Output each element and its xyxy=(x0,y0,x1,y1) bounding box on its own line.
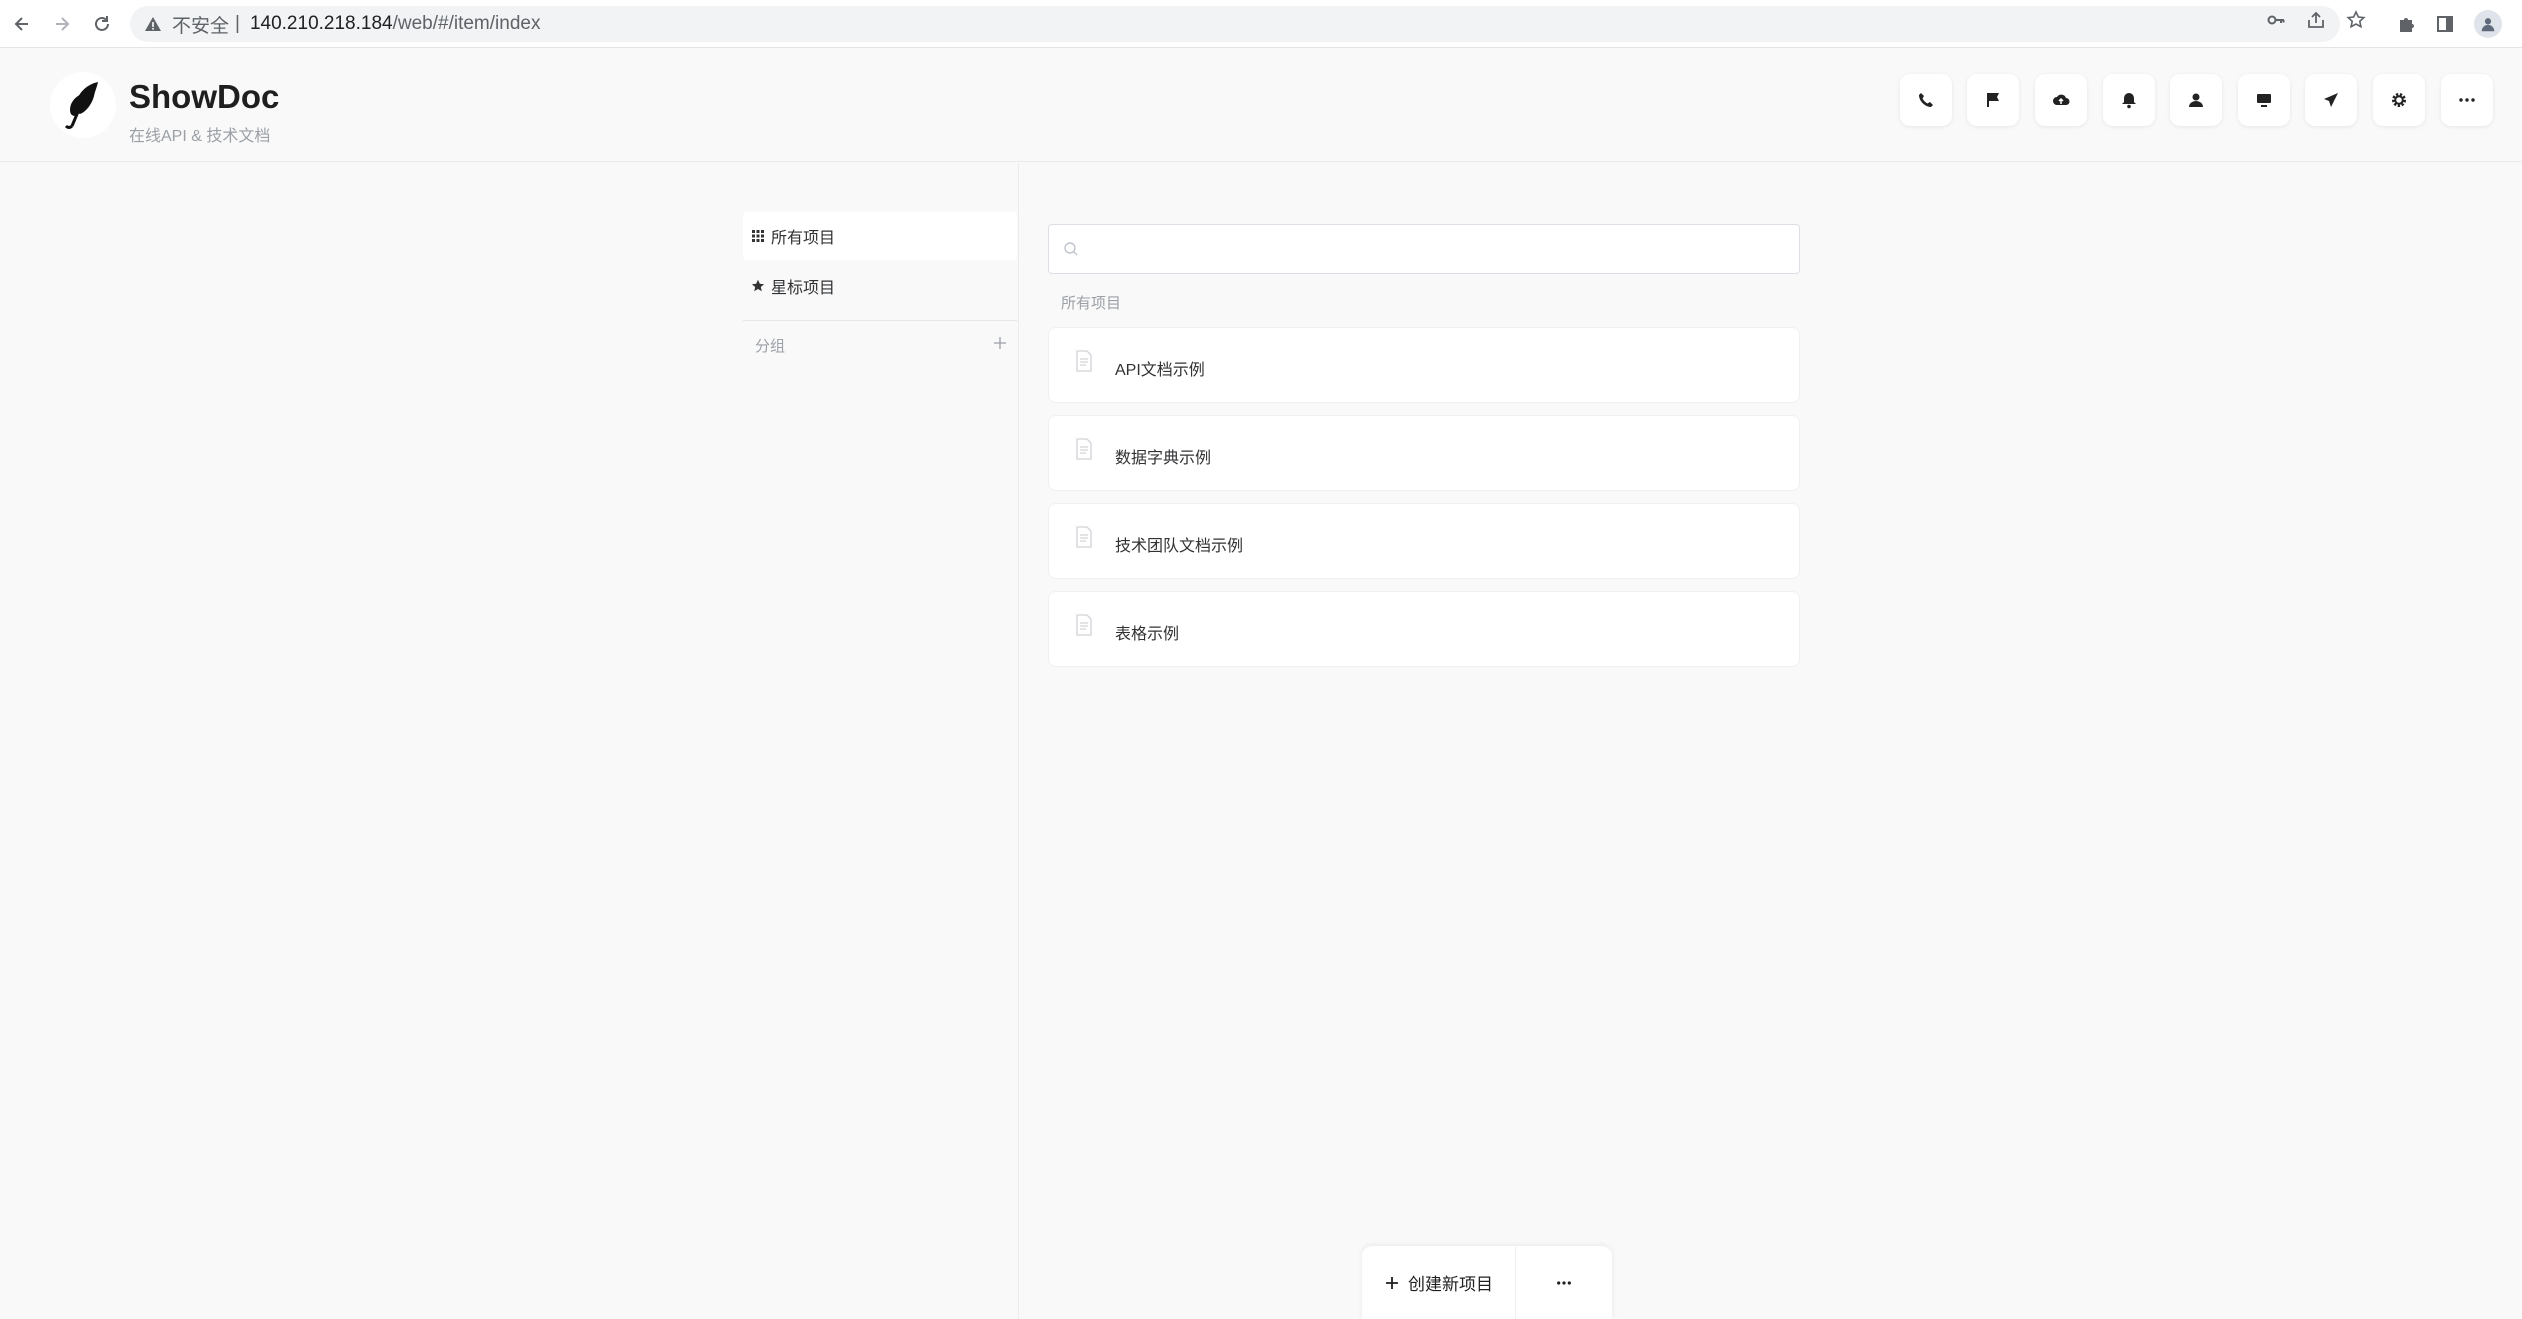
star-outline-icon xyxy=(2346,10,2366,29)
arrow-right-icon xyxy=(56,17,70,31)
phone-button[interactable] xyxy=(1900,74,1952,126)
monitor-icon xyxy=(2257,94,2271,107)
more-menu-button[interactable] xyxy=(2441,74,2493,126)
side-panel-button[interactable] xyxy=(2432,11,2458,37)
bookmark-button[interactable] xyxy=(2345,9,2367,31)
user-icon xyxy=(2189,93,2203,107)
bell-icon xyxy=(2122,93,2136,109)
sidebar-item-all-projects[interactable]: 所有项目 xyxy=(743,212,1017,260)
feather-logo-icon xyxy=(64,82,98,129)
key-icon xyxy=(2267,15,2285,25)
search-icon xyxy=(1064,242,1078,256)
arrow-left-icon xyxy=(14,17,28,31)
app-header: ShowDoc 在线API & 技术文档 xyxy=(0,48,2522,162)
flag-button[interactable] xyxy=(1967,74,2019,126)
logo[interactable] xyxy=(50,72,116,138)
user-button[interactable] xyxy=(2170,74,2222,126)
document-icon xyxy=(1076,526,1092,548)
plus-icon xyxy=(1386,1276,1398,1289)
project-name: 表格示例 xyxy=(1115,626,1180,643)
grid-icon xyxy=(752,230,764,242)
project-name: API文档示例 xyxy=(1115,362,1205,379)
app-subtitle: 在线API & 技术文档 xyxy=(129,128,271,145)
notification-button[interactable] xyxy=(2103,74,2155,126)
reload-button[interactable] xyxy=(88,10,116,38)
more-actions-button[interactable] xyxy=(1516,1246,1612,1319)
search-input[interactable] xyxy=(1087,229,1787,269)
project-search[interactable] xyxy=(1048,224,1800,274)
group-label: 分组 xyxy=(755,338,786,355)
gear-icon xyxy=(2392,93,2406,107)
warning-icon xyxy=(145,17,161,31)
upload-button[interactable] xyxy=(2035,74,2087,126)
project-card-data-dictionary[interactable]: 数据字典示例 xyxy=(1048,415,1800,491)
bottom-action-bar: 创建新项目 xyxy=(1362,1246,1612,1319)
section-label: 所有项目 xyxy=(1061,295,1122,312)
more-icon xyxy=(2459,98,2475,102)
password-key-button[interactable] xyxy=(2265,9,2287,31)
plus-icon xyxy=(994,337,1006,349)
insecure-label: 不安全 xyxy=(172,15,230,37)
project-card-team-docs[interactable]: 技术团队文档示例 xyxy=(1048,503,1800,579)
add-group-button[interactable] xyxy=(990,333,1010,353)
sidebar-divider xyxy=(1018,163,1019,1319)
address-bar[interactable]: 不安全 | 140.210.218.184/web/#/item/index xyxy=(130,6,2340,42)
project-card-table-example[interactable]: 表格示例 xyxy=(1048,591,1800,667)
avatar-icon xyxy=(2481,18,2495,32)
extensions-button[interactable] xyxy=(2393,11,2419,37)
send-icon xyxy=(2324,93,2338,107)
share-button[interactable] xyxy=(2305,9,2327,31)
profile-button[interactable] xyxy=(2474,10,2502,38)
document-icon xyxy=(1076,350,1092,372)
flag-icon xyxy=(1987,93,1999,107)
app-title: ShowDoc xyxy=(129,78,280,115)
share-icon xyxy=(2308,11,2324,28)
phone-icon xyxy=(1919,93,1933,107)
url-host: 140.210.218.184 xyxy=(249,13,393,34)
sidebar-item-label: 所有项目 xyxy=(771,230,836,247)
puzzle-icon xyxy=(2400,18,2414,32)
reload-icon xyxy=(95,16,109,31)
cloud-upload-icon xyxy=(2053,94,2070,105)
send-button[interactable] xyxy=(2305,74,2357,126)
url-path: /web/#/item/index xyxy=(392,13,541,34)
create-project-label: 创建新项目 xyxy=(1408,1275,1493,1294)
back-button[interactable] xyxy=(8,10,36,38)
url-separator: | xyxy=(235,13,240,34)
side-panel-icon xyxy=(2437,16,2453,32)
more-icon xyxy=(1557,1280,1571,1285)
document-icon xyxy=(1076,438,1092,460)
project-name: 数据字典示例 xyxy=(1115,450,1212,467)
document-icon xyxy=(1076,614,1092,636)
sidebar-item-starred-projects[interactable]: 星标项目 xyxy=(743,262,1017,310)
screen-button[interactable] xyxy=(2238,74,2290,126)
browser-toolbar: 不安全 | 140.210.218.184/web/#/item/index xyxy=(0,0,2522,48)
sidebar-separator xyxy=(743,320,1017,321)
forward-button[interactable] xyxy=(48,10,76,38)
project-name: 技术团队文档示例 xyxy=(1115,538,1244,555)
project-list: API文档示例 数据字典示例 技术团队文档示例 表格示例 xyxy=(1048,327,1800,679)
sidebar-item-label: 星标项目 xyxy=(771,280,836,297)
star-icon xyxy=(751,279,765,292)
settings-button[interactable] xyxy=(2373,74,2425,126)
create-project-button[interactable]: 创建新项目 xyxy=(1362,1246,1516,1319)
project-card-api-docs[interactable]: API文档示例 xyxy=(1048,327,1800,403)
